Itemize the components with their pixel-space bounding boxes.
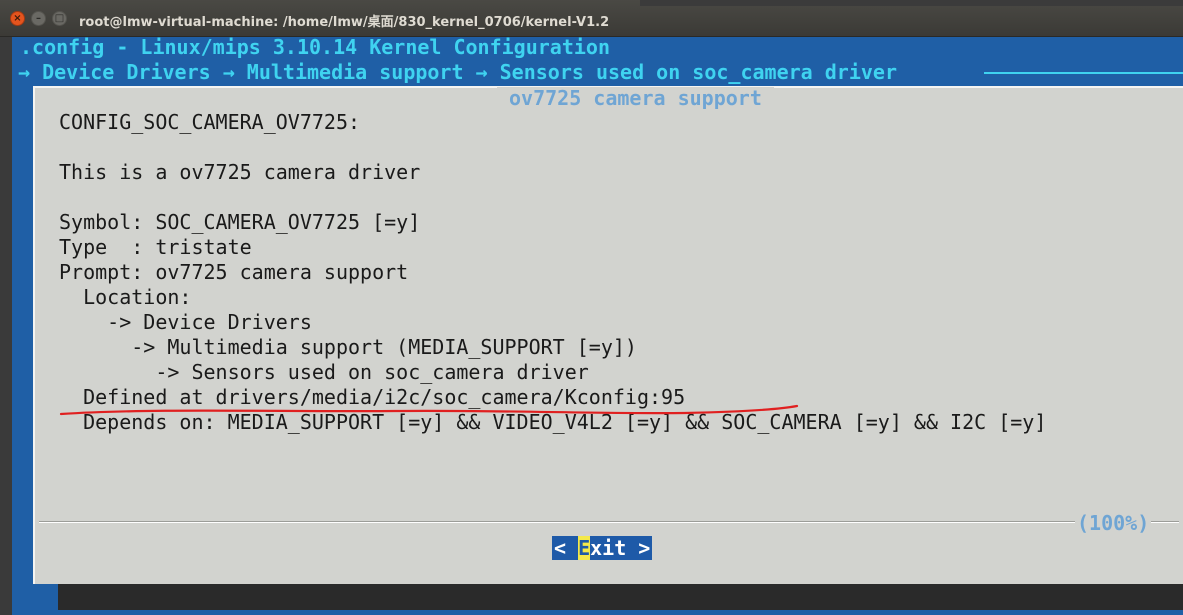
help-line: Symbol: SOC_CAMERA_OV7725 [=y] (59, 210, 421, 234)
help-line: -> Multimedia support (MEDIA_SUPPORT [=y… (59, 335, 637, 359)
help-line: This is a ov7725 camera driver (59, 160, 421, 184)
breadcrumb: → Device Drivers → Multimedia support → … (18, 60, 897, 84)
help-line (59, 185, 1046, 210)
maximize-icon[interactable]: □ (52, 11, 67, 26)
window-left-edge (0, 37, 12, 615)
close-icon[interactable]: × (10, 11, 25, 26)
window-title: root@lmw-virtual-machine: /home/lmw/桌面/8… (79, 15, 610, 30)
config-title: .config - Linux/mips 3.10.14 Kernel Conf… (20, 35, 611, 59)
background-window-strip (640, 0, 1183, 6)
help-line: Location: (59, 285, 192, 309)
help-line (59, 135, 1046, 160)
exit-button-hotkey: E (578, 536, 591, 560)
separator (39, 522, 1179, 523)
minimize-icon[interactable]: – (31, 11, 46, 26)
help-line: Defined at drivers/media/i2c/soc_camera/… (59, 385, 686, 409)
help-dialog: ov7725 camera support CONFIG_SOC_CAMERA_… (33, 86, 1183, 584)
help-line: Depends on: MEDIA_SUPPORT [=y] && VIDEO_… (59, 410, 1047, 434)
window-titlebar[interactable]: × – □ root@lmw-virtual-machine: /home/lm… (0, 0, 1183, 37)
help-line: Type : tristate (59, 235, 252, 259)
dialog-title: ov7725 camera support (497, 87, 774, 109)
help-text: CONFIG_SOC_CAMERA_OV7725: This is a ov772… (59, 110, 1046, 435)
help-line: Prompt: ov7725 camera support (59, 260, 409, 284)
scroll-percent: (100%) (1075, 511, 1152, 535)
exit-button-rest: xit > (590, 536, 651, 560)
help-line: CONFIG_SOC_CAMERA_OV7725: (59, 110, 361, 134)
breadcrumb-rule (984, 72, 1183, 74)
dialog-shadow (58, 584, 1183, 610)
screen: × – □ root@lmw-virtual-machine: /home/lm… (0, 0, 1183, 615)
exit-button-left: < (554, 536, 579, 560)
help-line: -> Device Drivers (59, 310, 312, 334)
help-line: -> Sensors used on soc_camera driver (59, 360, 589, 384)
exit-button[interactable]: < Exit > (552, 536, 653, 560)
